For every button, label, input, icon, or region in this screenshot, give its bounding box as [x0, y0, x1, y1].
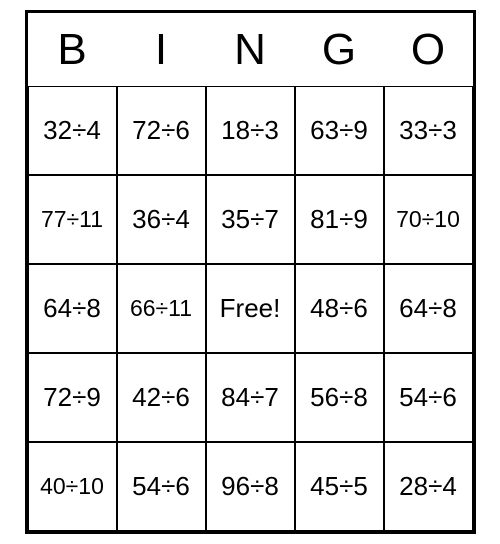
bingo-cell[interactable]: 84÷7: [206, 353, 295, 442]
bingo-header-row: B I N G O: [28, 13, 473, 86]
bingo-cell[interactable]: 40÷10: [28, 442, 117, 531]
header-n: N: [206, 13, 295, 86]
bingo-cell[interactable]: 66÷11: [117, 264, 206, 353]
bingo-cell[interactable]: 48÷6: [295, 264, 384, 353]
bingo-cell[interactable]: 72÷9: [28, 353, 117, 442]
header-o: O: [384, 13, 473, 86]
header-g: G: [295, 13, 384, 86]
bingo-cell[interactable]: 70÷10: [384, 175, 473, 264]
header-i: I: [117, 13, 206, 86]
bingo-cell[interactable]: 28÷4: [384, 442, 473, 531]
bingo-cell[interactable]: 72÷6: [117, 86, 206, 175]
bingo-cell[interactable]: 33÷3: [384, 86, 473, 175]
bingo-free-cell[interactable]: Free!: [206, 264, 295, 353]
bingo-cell[interactable]: 77÷11: [28, 175, 117, 264]
bingo-cell[interactable]: 96÷8: [206, 442, 295, 531]
bingo-cell[interactable]: 36÷4: [117, 175, 206, 264]
grid-row: 77÷11 36÷4 35÷7 81÷9 70÷10: [28, 175, 473, 264]
bingo-cell[interactable]: 42÷6: [117, 353, 206, 442]
bingo-cell[interactable]: 18÷3: [206, 86, 295, 175]
bingo-cell[interactable]: 64÷8: [28, 264, 117, 353]
grid-row: 32÷4 72÷6 18÷3 63÷9 33÷3: [28, 86, 473, 175]
bingo-cell[interactable]: 54÷6: [384, 353, 473, 442]
bingo-cell[interactable]: 81÷9: [295, 175, 384, 264]
bingo-cell[interactable]: 64÷8: [384, 264, 473, 353]
bingo-cell[interactable]: 63÷9: [295, 86, 384, 175]
bingo-cell[interactable]: 45÷5: [295, 442, 384, 531]
grid-row: 72÷9 42÷6 84÷7 56÷8 54÷6: [28, 353, 473, 442]
grid-row: 40÷10 54÷6 96÷8 45÷5 28÷4: [28, 442, 473, 531]
bingo-card: B I N G O 32÷4 72÷6 18÷3 63÷9 33÷3 77÷11…: [25, 10, 476, 534]
bingo-cell[interactable]: 35÷7: [206, 175, 295, 264]
bingo-grid: 32÷4 72÷6 18÷3 63÷9 33÷3 77÷11 36÷4 35÷7…: [28, 86, 473, 531]
header-b: B: [28, 13, 117, 86]
grid-row: 64÷8 66÷11 Free! 48÷6 64÷8: [28, 264, 473, 353]
bingo-cell[interactable]: 56÷8: [295, 353, 384, 442]
bingo-cell[interactable]: 54÷6: [117, 442, 206, 531]
bingo-cell[interactable]: 32÷4: [28, 86, 117, 175]
